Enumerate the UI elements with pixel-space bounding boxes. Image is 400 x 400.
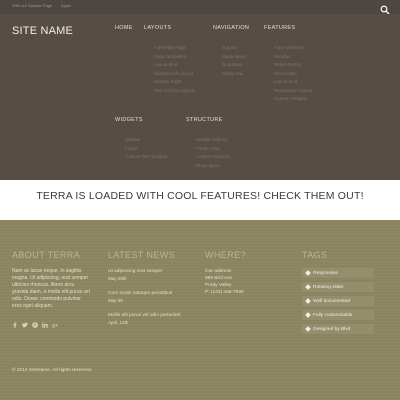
tags-title: TAGS [302, 250, 328, 260]
tag-icon [305, 284, 311, 290]
facebook-icon[interactable] [12, 315, 18, 328]
social-links: g+ [12, 315, 90, 329]
features-subitem[interactable]: Font Awesome [274, 44, 312, 53]
news-title: LATEST NEWS [108, 250, 176, 260]
news-item-title[interactable]: Ut adipiscing erat semper [108, 268, 188, 275]
header: SITE NAME HOME LAYOUTS NAVIGATION FEATUR… [0, 14, 400, 180]
banner-text[interactable]: TERRA IS LOADED WITH COOL FEATURES! CHEC… [30, 190, 370, 203]
news-item[interactable]: Mollis elit purus vel odio parturient Ap… [108, 312, 188, 326]
top-bar: With our Sample Page Apple [0, 0, 400, 15]
twitter-icon[interactable] [22, 315, 28, 328]
tag-label: Rotating slider [313, 284, 344, 290]
pinterest-icon[interactable] [32, 315, 38, 328]
google-plus-icon[interactable]: g+ [52, 315, 58, 329]
features-submenu: Font Awesome Parallax Retina Ready Short… [274, 44, 312, 104]
tag-item[interactable]: Rotating slider [302, 282, 374, 292]
news-item-date: April, 12th [108, 320, 129, 325]
features-subitem[interactable]: Shortcodes [274, 70, 312, 79]
news-item-title[interactable]: Cum sociis natoque penatibus [108, 290, 188, 297]
nav-layouts[interactable]: LAYOUTS [144, 25, 171, 31]
tag-icon [305, 298, 311, 304]
widgets-subitem[interactable]: Sidebar [125, 136, 167, 145]
news-item-date: May 29th [108, 276, 127, 281]
tag-label: Responsive [313, 270, 339, 276]
widgets-heading[interactable]: WIDGETS [115, 117, 143, 123]
news-item-title[interactable]: Mollis elit purus vel odio parturient [108, 312, 188, 319]
structure-submenu: Header Options Footer Area Content Secti… [196, 136, 230, 170]
where-title: WHERE? [205, 250, 246, 260]
tag-item[interactable]: Designed by Blvd [302, 324, 374, 334]
layouts-subitem[interactable]: Page Templates [154, 53, 194, 62]
nav-home[interactable]: HOME [115, 25, 133, 31]
footer: ABOUT TERRA Nam ac lacus neque. In sagit… [0, 220, 400, 400]
address-line: Our address [205, 269, 232, 274]
tag-item[interactable]: Fully customizable [302, 310, 374, 320]
widgets-subitem[interactable]: Footer [125, 145, 167, 154]
tag-icon [305, 326, 311, 332]
navigation-subitem[interactable]: Dropdown [222, 61, 246, 70]
structure-heading[interactable]: STRUCTURE [186, 117, 223, 123]
layouts-subitem[interactable]: Full Width Page [154, 44, 194, 53]
tag-label: Well documented [313, 298, 350, 304]
tag-item[interactable]: Responsive [302, 268, 374, 278]
features-subitem[interactable]: Parallax [274, 53, 312, 62]
structure-subitem[interactable]: Footer Area [196, 145, 230, 154]
nav-features[interactable]: FEATURES [264, 25, 295, 31]
copyright: © 2014 SiteName. All rights reserved. [12, 368, 93, 373]
address-line: 999 Bird Ave. [205, 276, 234, 281]
news-column: LATEST NEWS Ut adipiscing erat semper Ma… [108, 250, 188, 334]
navigation-submenu: Top Bar Mega Menu Dropdown Sticky Nav [222, 44, 246, 78]
search-button[interactable] [380, 2, 390, 15]
about-column: ABOUT TERRA Nam ac lacus neque. In sagit… [12, 250, 90, 329]
navigation-subitem[interactable]: Sticky Nav [222, 70, 246, 79]
layouts-subitem[interactable]: Layout Grid [154, 61, 194, 70]
about-title: ABOUT TERRA [12, 250, 81, 260]
linkedin-icon[interactable] [42, 315, 48, 328]
widgets-submenu: Sidebar Footer Custom Text Widgets [125, 136, 167, 162]
svg-text:g+: g+ [52, 323, 58, 328]
tag-icon [305, 312, 311, 318]
top-link-1[interactable]: With our Sample Page [12, 3, 52, 8]
features-subitem[interactable]: Retina Ready [274, 61, 312, 70]
features-subitem[interactable]: Layout Grid [274, 78, 312, 87]
tag-label: Designed by Blvd [313, 326, 351, 332]
features-banner: TERRA IS LOADED WITH COOL FEATURES! CHEC… [0, 180, 400, 220]
news-item[interactable]: Cum sociis natoque penatibus May 08 [108, 290, 188, 304]
news-item-date: May 08 [108, 298, 123, 303]
about-text: Nam ac lacus neque. In sagittis magna. U… [12, 268, 90, 309]
where-column: WHERE? Our address 999 Bird Ave. Pretty … [205, 250, 246, 296]
address-line: Pretty Valley [205, 283, 232, 288]
tag-icon [305, 270, 311, 276]
site-name[interactable]: SITE NAME [12, 25, 73, 37]
layouts-subitem[interactable]: Sidebar Right [154, 78, 194, 87]
top-links: With our Sample Page Apple [12, 3, 79, 8]
structure-subitem[interactable]: Content Sections [196, 153, 230, 162]
features-subitem[interactable]: Responsive Layout [274, 87, 312, 96]
tag-label: Fully customizable [313, 312, 353, 318]
tag-item[interactable]: Well documented [302, 296, 374, 306]
navigation-subitem[interactable]: Mega Menu [222, 53, 246, 62]
layouts-subitem[interactable]: Sidebar Left Layout [154, 70, 194, 79]
phone-line: P: (123) 456-7890 [205, 290, 244, 295]
nav-navigation[interactable]: NAVIGATION [213, 25, 249, 31]
structure-subitem[interactable]: Header Options [196, 136, 230, 145]
widgets-subitem[interactable]: Custom Text Widgets [125, 153, 167, 162]
tags-column: TAGS Responsive Rotating slider Well doc… [302, 250, 374, 338]
news-item[interactable]: Ut adipiscing erat semper May 29th [108, 268, 188, 282]
layouts-submenu: Full Width Page Page Templates Layout Gr… [154, 44, 194, 95]
navigation-subitem[interactable]: Top Bar [222, 44, 246, 53]
layouts-subitem[interactable]: One Column Layout [154, 87, 194, 96]
features-subitem[interactable]: Custom Widgets [274, 95, 312, 104]
structure-subitem[interactable]: Blog Layout [196, 162, 230, 171]
top-link-2[interactable]: Apple [61, 3, 71, 8]
